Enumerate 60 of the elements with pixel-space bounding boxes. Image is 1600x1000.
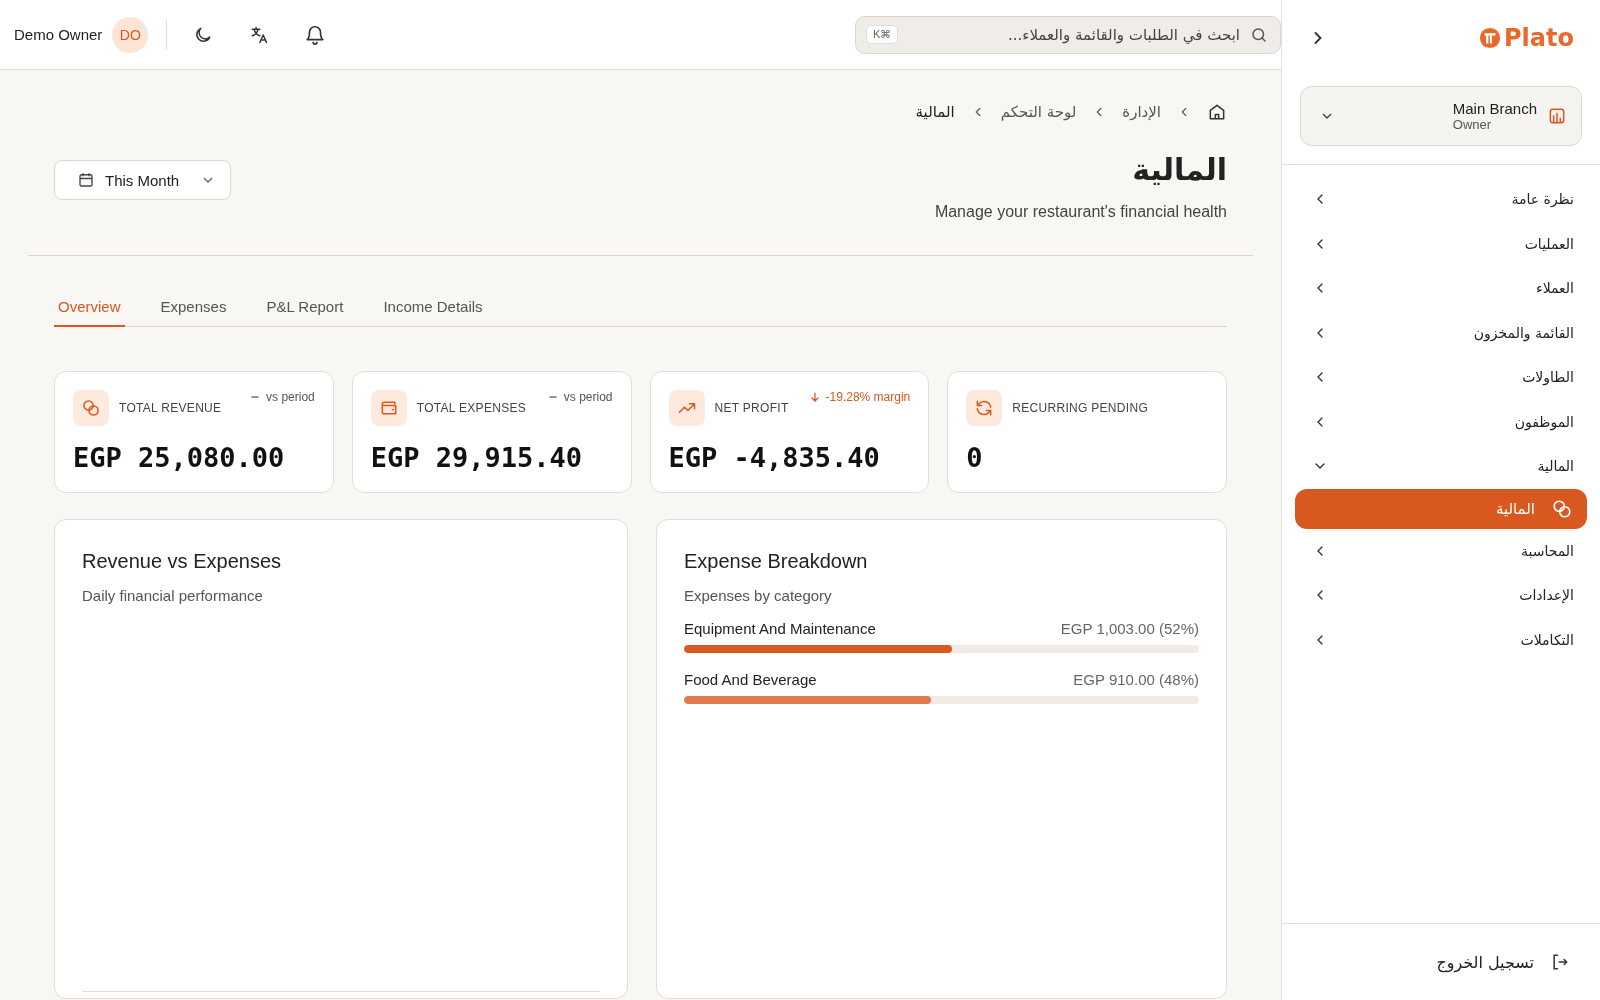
stat-value: EGP 25,080.00 xyxy=(73,442,286,473)
nav-subitem[interactable]: المالية xyxy=(1295,488,1587,529)
stat-label: TOTAL REVENUE xyxy=(119,401,222,415)
branch-selector[interactable]: Main Branch Owner xyxy=(1300,86,1582,146)
category-name: Equipment And Maintenance xyxy=(684,620,876,637)
search-icon xyxy=(1250,25,1268,44)
trend-text: -19.28% margin xyxy=(825,390,911,404)
stat-value: 0 xyxy=(966,442,984,473)
user-name: Demo Owner xyxy=(14,26,103,43)
nav-item[interactable]: العمليات xyxy=(1282,221,1600,266)
logout-icon xyxy=(1550,952,1570,972)
coins-icon xyxy=(73,390,109,426)
wallet-icon xyxy=(370,390,407,426)
shortcut-hint: K⌘ xyxy=(866,25,899,44)
breadcrumb-link[interactable]: الإدارة xyxy=(1122,103,1161,121)
stat-label: TOTAL EXPENSES xyxy=(416,401,527,415)
coins-icon xyxy=(1551,497,1573,520)
nav-item[interactable]: القائمة والمخزون xyxy=(1282,310,1600,355)
logout-button[interactable]: تسجيل الخروج xyxy=(1282,924,1600,1000)
card-title: Expense Breakdown xyxy=(684,550,869,573)
nav-item[interactable]: المالية xyxy=(1282,444,1600,489)
bell-icon xyxy=(304,23,327,46)
tab[interactable]: Income Details xyxy=(379,290,487,327)
tab[interactable]: P&L Report xyxy=(262,290,348,327)
category-amount: EGP 1,003.00 (52%) xyxy=(1060,620,1199,637)
nav-item[interactable]: الموظفون xyxy=(1282,399,1600,444)
nav-item[interactable]: الطاولات xyxy=(1282,355,1600,400)
home-icon[interactable] xyxy=(1207,102,1227,122)
building-icon xyxy=(1547,106,1567,126)
branch-name: Main Branch xyxy=(1452,100,1537,117)
stat-label: RECURRING PENDING xyxy=(1012,401,1149,415)
category-amount: EGP 910.00 (48%) xyxy=(1073,671,1199,688)
card-title: Revenue vs Expenses xyxy=(82,550,282,573)
card-subtitle: Expenses by category xyxy=(684,587,833,604)
nav-item[interactable]: العملاء xyxy=(1282,266,1600,311)
breadcrumb-link[interactable]: المالية xyxy=(915,103,955,121)
logo: Plato xyxy=(1479,24,1574,52)
calendar-icon xyxy=(77,171,95,189)
nav-item[interactable]: نظرة عامة xyxy=(1282,177,1600,222)
trend-text: vs period xyxy=(266,390,315,404)
search-input[interactable]: ابحث في الطلبات والقائمة والعملاء... xyxy=(906,24,1242,45)
breadcrumb-link[interactable]: لوحة التحكم xyxy=(1000,103,1077,121)
tab[interactable]: Expenses xyxy=(156,290,231,327)
stat-label: NET PROFIT xyxy=(714,401,789,415)
nav-item[interactable]: الإعدادات xyxy=(1282,573,1600,618)
refresh-icon xyxy=(966,390,1003,426)
trend-text: vs period xyxy=(563,390,613,404)
stat-value: EGP -4,835.40 xyxy=(668,442,881,473)
page-title: المالية xyxy=(1132,152,1227,187)
card-subtitle: Daily financial performance xyxy=(82,587,264,604)
trend-up-icon xyxy=(668,390,705,426)
date-filter-dropdown[interactable]: This Month xyxy=(54,160,231,200)
branch-role: Owner xyxy=(1452,117,1492,132)
nav-item[interactable]: التكاملات xyxy=(1282,617,1600,662)
category-name: Food And Beverage xyxy=(684,671,817,688)
stat-value: EGP 29,915.40 xyxy=(370,442,584,473)
page-subtitle: Manage your restaurant's financial health xyxy=(934,203,1227,221)
tab[interactable]: Overview xyxy=(54,290,125,327)
translate-icon xyxy=(249,24,270,45)
nav-item[interactable]: المحاسبة xyxy=(1282,528,1600,573)
